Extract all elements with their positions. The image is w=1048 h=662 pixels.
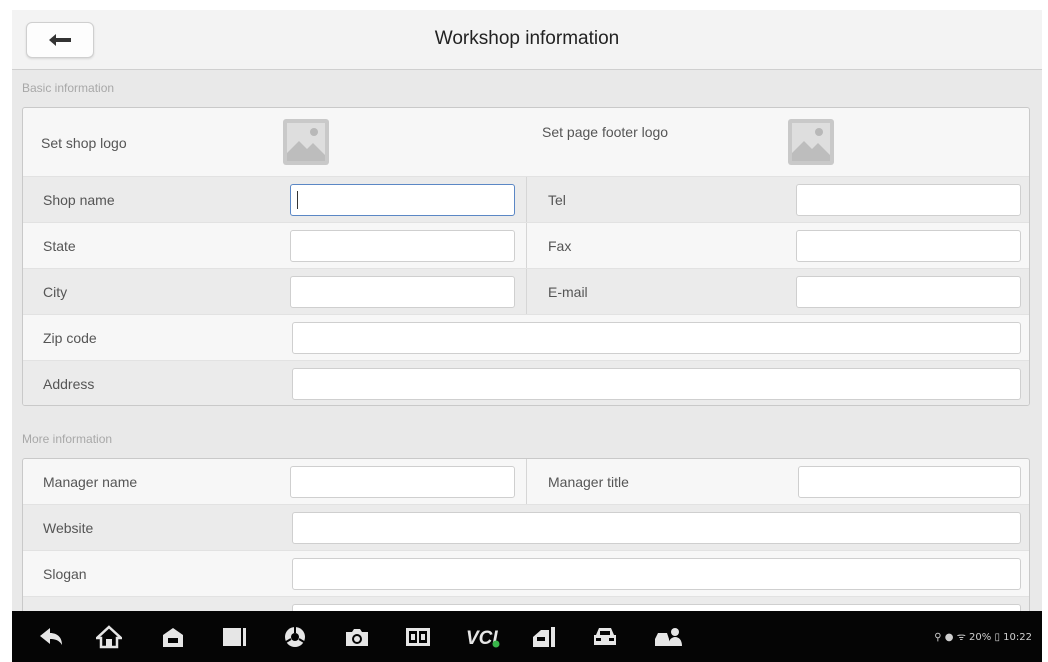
address-row: Address [23,361,1029,405]
column-divider [526,223,527,268]
fax-label: Fax [548,238,572,254]
service-icon[interactable] [531,625,557,649]
clock: 10:22 [1003,632,1032,643]
text-caret [297,191,298,209]
zip-code-label: Zip code [43,330,97,346]
screen-mirror-icon[interactable] [405,625,431,649]
shop-name-label: Shop name [43,192,115,208]
workshop-screen: Workshop information Basic information S… [12,10,1042,662]
address-label: Address [43,376,95,392]
slogan-row: Slogan [23,551,1029,597]
logo-row: Set shop logo Set page footer logo [23,108,1029,177]
website-label: Website [43,520,94,536]
status-area: ⚲ ● ᯤ 20% ▯ 10:22 [934,629,1032,643]
state-label: State [43,238,76,254]
manager-row: Manager name Manager title [23,459,1029,505]
zip-row: Zip code [23,315,1029,361]
city-row: City E-mail [23,269,1029,315]
battery-percent: 20% [969,632,992,643]
manager-title-label: Manager title [548,474,629,490]
slogan-label: Slogan [43,566,87,582]
header-bar: Workshop information [12,10,1042,70]
more-info-card: Manager name Manager title Website Sloga… [22,458,1030,618]
back-icon[interactable] [38,625,64,649]
zip-code-input[interactable] [292,322,1021,354]
basic-info-card: Set shop logo Set page footer logo Shop … [22,107,1030,406]
manager-name-input[interactable] [290,466,515,498]
vehicle-icon[interactable] [592,625,618,649]
shop-logo-image-icon[interactable] [283,119,329,165]
shop-logo-label: Set shop logo [41,135,127,151]
manager-title-input[interactable] [798,466,1021,498]
column-divider [526,459,527,504]
vci-icon[interactable]: VCI [466,625,500,649]
basic-section-label: Basic information [22,81,115,95]
state-row: State Fax [23,223,1029,269]
browser-icon[interactable] [282,625,308,649]
address-input[interactable] [292,368,1021,400]
footer-logo-image-icon[interactable] [788,119,834,165]
website-input[interactable] [292,512,1021,544]
website-row: Website [23,505,1029,551]
multitask-icon[interactable] [221,625,247,649]
fax-input[interactable] [796,230,1021,262]
camera-icon[interactable] [344,625,370,649]
manager-name-label: Manager name [43,474,138,490]
slogan-input[interactable] [292,558,1021,590]
city-input[interactable] [290,276,515,308]
shop-name-row: Shop name Tel [23,177,1029,223]
tel-input[interactable] [796,184,1021,216]
email-input[interactable] [796,276,1021,308]
shop-name-input[interactable] [290,184,515,216]
page-title: Workshop information [434,28,620,49]
shop-icon[interactable] [160,625,186,649]
column-divider [526,269,527,314]
remote-expert-icon[interactable] [653,625,683,649]
footer-logo-label: Set page footer logo [542,124,669,140]
sync-icon: ● [944,632,954,643]
city-label: City [43,284,68,300]
more-section-label: More information [22,432,113,446]
state-input[interactable] [290,230,515,262]
battery-icon: ▯ [994,632,1000,643]
column-divider [526,177,527,222]
tel-label: Tel [548,192,566,208]
home-icon[interactable] [96,625,122,649]
wifi-icon: ᯤ [956,632,966,643]
email-label: E-mail [548,284,588,300]
location-icon: ⚲ [934,632,942,643]
android-taskbar: VCI ⚲ ● ᯤ 20% ▯ 10:22 [12,611,1042,662]
